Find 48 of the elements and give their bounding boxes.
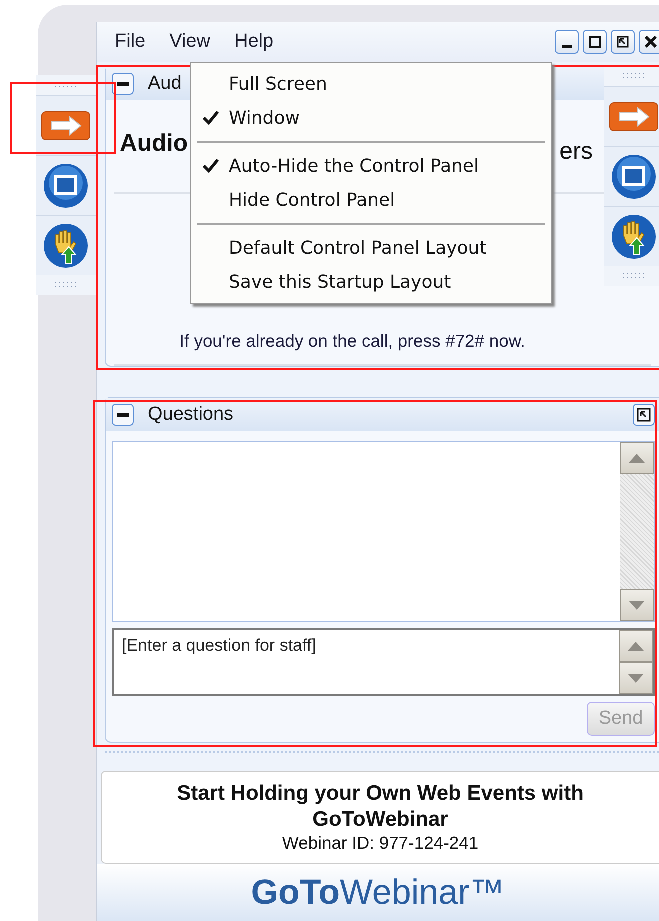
menu-option[interactable]: Full Screen (193, 67, 549, 101)
close-icon (645, 36, 657, 48)
audio-heading: Audio (120, 130, 188, 159)
grip-icon[interactable] (623, 273, 645, 279)
grip-icon[interactable] (55, 282, 77, 288)
menu-item[interactable]: View (170, 31, 210, 53)
check-icon (203, 159, 219, 173)
audio-heading-end: ers (560, 138, 593, 167)
panel-title: Questions (148, 404, 234, 426)
webinar-id: Webinar ID: 977-124-241 (282, 833, 479, 854)
close-button[interactable] (639, 30, 659, 54)
scroll-up-icon (628, 642, 644, 650)
restore-button[interactable] (611, 30, 635, 54)
menu-option[interactable]: Save this Startup Layout (193, 265, 549, 299)
grip-icon[interactable] (623, 73, 645, 79)
scrollbar[interactable] (619, 630, 653, 694)
scroll-down-icon (629, 600, 645, 610)
raise-hand-icon[interactable] (43, 222, 89, 268)
raise-hand-icon[interactable] (611, 214, 657, 260)
restore-icon (617, 36, 629, 48)
menu-item[interactable]: Help (234, 31, 274, 53)
menu-option[interactable]: Hide Control Panel (193, 183, 549, 217)
minus-icon (117, 412, 129, 416)
popout-button[interactable] (633, 404, 655, 426)
call-instruction: If you're already on the call, press #72# now. (180, 331, 526, 352)
scrollbar[interactable] (620, 442, 654, 621)
minimize-icon (562, 45, 572, 48)
maximize-button[interactable] (583, 30, 607, 54)
brand-logo: GoToWebinar™ (251, 872, 505, 912)
minimize-button[interactable] (555, 30, 579, 54)
menu-option[interactable]: Window (193, 101, 549, 135)
arrow-button-icon[interactable] (609, 102, 659, 132)
check-icon (203, 111, 219, 125)
menu-item[interactable]: File (115, 31, 146, 53)
menu-option[interactable]: Auto-Hide the Control Panel (193, 149, 549, 183)
promo-headline: Start Holding your Own Web Events with GoToWebinar (176, 780, 585, 833)
screen-icon[interactable] (611, 154, 657, 200)
popout-icon (637, 408, 651, 422)
scroll-down-icon (628, 674, 644, 682)
menu-option[interactable]: Default Control Panel Layout (193, 231, 549, 265)
collapse-button[interactable] (112, 404, 134, 426)
panel-title: Aud (148, 72, 182, 94)
minus-icon (117, 82, 129, 86)
screen-icon[interactable] (43, 162, 89, 208)
maximize-icon (589, 36, 601, 48)
scroll-up-icon (629, 454, 645, 462)
arrow-button-icon[interactable] (41, 110, 91, 140)
collapse-button[interactable] (112, 72, 134, 94)
